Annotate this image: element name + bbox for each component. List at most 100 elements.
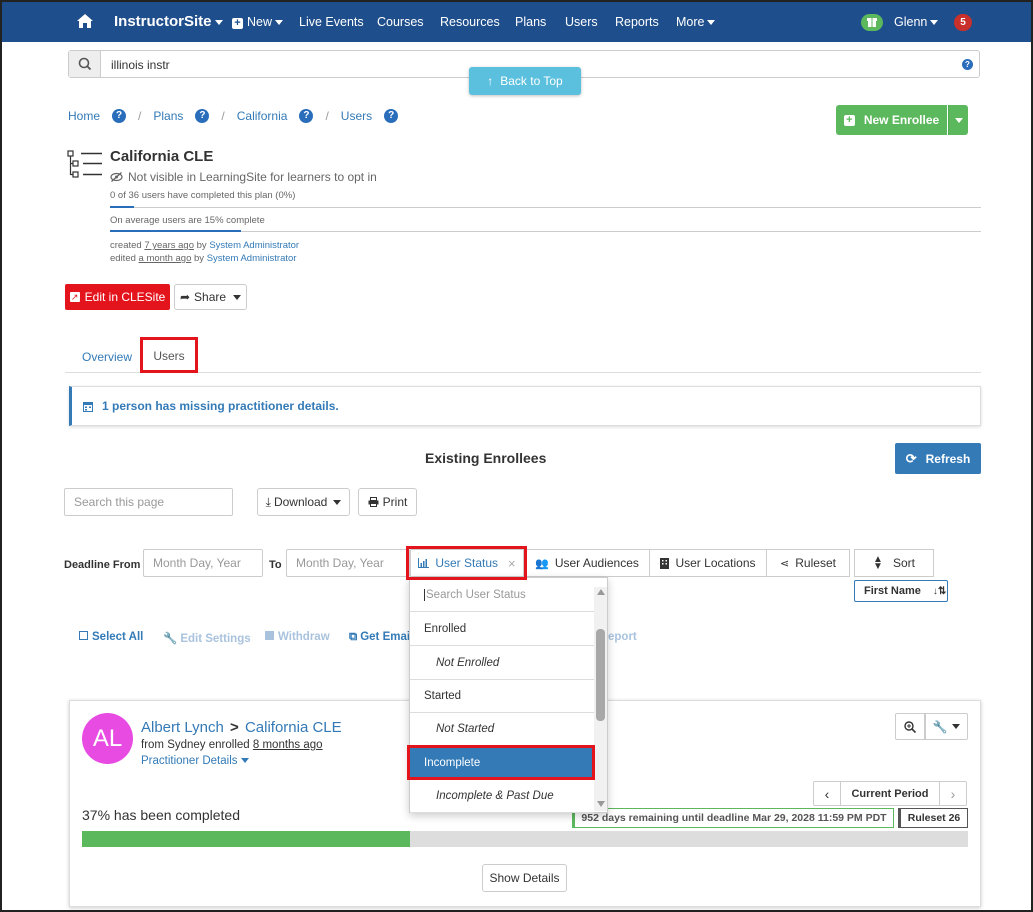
enrollee-name-link[interactable]: Albert Lynch [141, 719, 224, 736]
users-icon: 👥 [535, 557, 549, 570]
deadline-to-input[interactable]: Month Day, Year [286, 549, 410, 577]
select-all-button[interactable]: Select All [79, 631, 143, 643]
breadcrumb-plans[interactable]: Plans [153, 109, 183, 123]
refresh-button[interactable]: ⟳ Refresh [895, 443, 981, 474]
caret-down-icon [954, 117, 963, 123]
help-icon[interactable]: ? [299, 109, 314, 123]
nav-live-events[interactable]: Live Events [299, 15, 364, 29]
practitioner-details-toggle[interactable]: Practitioner Details [141, 755, 249, 767]
help-icon[interactable]: ? [962, 59, 973, 70]
zoom-button[interactable] [895, 713, 925, 740]
user-menu[interactable]: Glenn [894, 15, 939, 29]
nav-resources[interactable]: Resources [440, 15, 500, 29]
clear-filter-icon[interactable]: × [508, 556, 516, 571]
status-option-not-enrolled[interactable]: Not Enrolled [410, 647, 594, 680]
withdraw-button[interactable]: Withdraw [265, 631, 330, 643]
sort-button[interactable]: ▲ ▼ Sort [854, 549, 934, 577]
status-option-enrolled[interactable]: Enrolled [410, 613, 594, 646]
caret-down-icon [240, 758, 249, 764]
user-status-filter[interactable]: User Status × [410, 549, 524, 577]
user-locations-filter[interactable]: User Locations [649, 549, 767, 577]
scroll-down-arrow[interactable] [597, 801, 605, 807]
caret-down-icon [333, 499, 342, 505]
home-icon[interactable] [76, 13, 94, 29]
deadline-from-input[interactable]: Month Day, Year [143, 549, 263, 577]
refresh-icon: ⟳ [905, 450, 917, 466]
scroll-up-arrow[interactable] [597, 589, 605, 595]
minus-square-icon [265, 631, 274, 640]
prev-period-button[interactable]: ‹ [813, 781, 841, 806]
download-button[interactable]: ⤓ Download [257, 488, 350, 516]
status-option-not-started[interactable]: Not Started [410, 713, 594, 746]
nav-more[interactable]: More [676, 15, 716, 29]
help-icon[interactable]: ? [195, 109, 210, 123]
status-option-incomplete-past-due[interactable]: Incomplete & Past Due [410, 780, 594, 813]
chevron-right-icon: › [950, 785, 956, 802]
enrollee-progress-bar [82, 831, 968, 847]
caret-down-icon [233, 294, 242, 300]
enrollee-progress-fill [82, 831, 410, 847]
nav-users[interactable]: Users [565, 15, 598, 29]
arrow-up-icon: ↑ [487, 74, 494, 88]
sort-icon: ▲ ▼ [873, 554, 883, 572]
breadcrumb: Home ? / Plans ? / California ? / Users … [68, 109, 399, 123]
tools-dropdown[interactable]: 🔧 [925, 713, 968, 740]
created-by-link[interactable]: System Administrator [209, 240, 299, 251]
user-status-search-input[interactable]: Search User Status [410, 578, 594, 612]
brand-menu[interactable]: InstructorSite [114, 13, 223, 30]
external-link-icon: ↗ [69, 292, 80, 302]
notification-badge[interactable]: 5 [954, 14, 972, 31]
nav-reports[interactable]: Reports [615, 15, 659, 29]
enrollee-title: Albert Lynch > California CLE [141, 719, 342, 736]
new-enrollee-button[interactable]: + New Enrollee [836, 105, 947, 135]
help-icon[interactable]: ? [384, 109, 399, 123]
get-email-button[interactable]: ⧉ Get Emai [349, 631, 410, 644]
tab-users[interactable]: Users [142, 339, 196, 373]
print-button[interactable]: Print [358, 488, 417, 516]
enrolled-ago-link[interactable]: 8 months ago [253, 739, 323, 751]
search-page-input[interactable]: Search this page [64, 488, 233, 516]
wrench-icon: 🔧 [932, 719, 948, 734]
share-button[interactable]: ➦ Share [174, 284, 247, 310]
created-ago-link[interactable]: 7 years ago [144, 240, 194, 251]
gift-icon[interactable] [861, 14, 883, 31]
enrollee-plan-link[interactable]: California CLE [245, 719, 342, 736]
plan-average-text: On average users are 15% complete [110, 215, 265, 226]
ruleset-badge: Ruleset 26 [898, 808, 968, 828]
edited-by-link[interactable]: System Administrator [207, 253, 297, 264]
dropdown-scrollbar[interactable] [594, 587, 607, 811]
new-enrollee-dropdown[interactable] [948, 105, 968, 135]
edit-in-clesite-button[interactable]: ↗ Edit in CLESite [65, 284, 170, 310]
edit-settings-button[interactable]: 🔧 Edit Settings [163, 631, 251, 645]
tab-overview[interactable]: Overview [82, 350, 132, 364]
plan-visibility: Not visible in LearningSite for learners… [110, 170, 377, 184]
checkbox-icon [79, 631, 88, 640]
search-input[interactable]: illinois instr [111, 58, 170, 72]
back-to-top-button[interactable]: ↑ Back to Top [469, 67, 581, 95]
chevron-left-icon: ‹ [824, 785, 830, 802]
breadcrumb-home[interactable]: Home [68, 109, 100, 123]
help-icon[interactable]: ? [112, 109, 127, 123]
sort-first-name[interactable]: First Name ↓⇅ [854, 580, 948, 602]
status-option-incomplete[interactable]: Incomplete [410, 747, 594, 780]
new-menu[interactable]: + New [232, 15, 284, 29]
nav-courses[interactable]: Courses [377, 15, 424, 29]
breadcrumb-users[interactable]: Users [341, 109, 372, 123]
plan-completed-text: 0 of 36 users have completed this plan (… [110, 190, 296, 201]
breadcrumb-california[interactable]: California [237, 109, 288, 123]
status-option-started[interactable]: Started [410, 680, 594, 713]
edited-ago-link[interactable]: a month ago [139, 253, 192, 264]
nav-plans[interactable]: Plans [515, 15, 546, 29]
plan-completed-fill [110, 206, 134, 208]
show-details-button[interactable]: Show Details [482, 864, 567, 892]
next-period-button[interactable]: › [939, 781, 967, 806]
completion-text: 37% has been completed [82, 807, 240, 823]
missing-details-alert: 1 person has missing practitioner detail… [69, 386, 981, 426]
scrollbar-thumb[interactable] [596, 629, 605, 721]
avatar[interactable]: AL [82, 713, 133, 764]
download-icon: ⤓ [265, 494, 271, 509]
ruleset-filter[interactable]: ⋖ Ruleset [766, 549, 850, 577]
user-audiences-filter[interactable]: 👥 User Audiences [524, 549, 650, 577]
report-button[interactable]: eport [608, 631, 637, 643]
enrollee-from: from Sydney enrolled 8 months ago [141, 739, 323, 751]
